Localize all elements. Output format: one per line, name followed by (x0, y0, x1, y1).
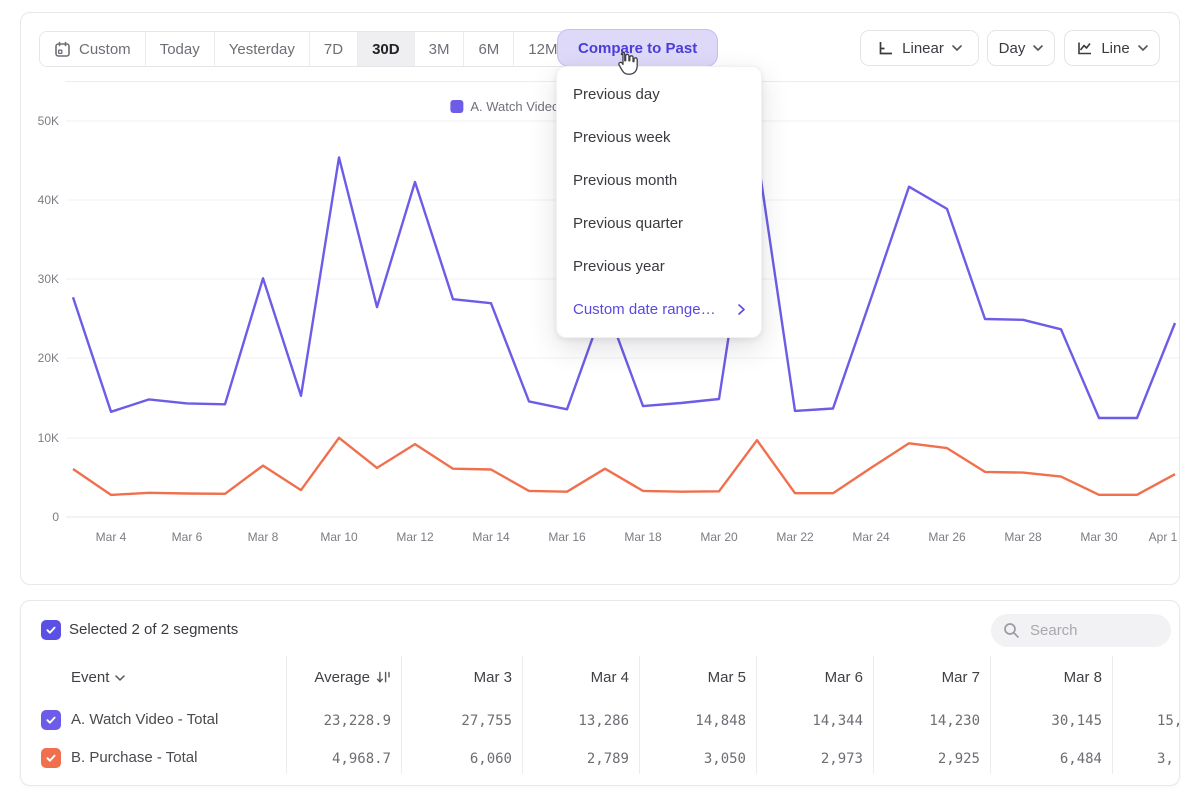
menu-item-label: Previous day (573, 86, 660, 103)
menu-item-label: Custom date range… (573, 301, 716, 318)
cell: 3, (1157, 751, 1174, 767)
column-separator (286, 656, 287, 774)
x-axis-label: Mar 10 (320, 530, 357, 544)
y-axis-label: 50K (25, 114, 59, 128)
menu-item-label: Previous month (573, 172, 677, 189)
y-axis-label: 0 (25, 510, 59, 524)
column-header-mar-3[interactable]: Mar 3 (474, 669, 512, 686)
menu-item-previous-day[interactable]: Previous day (557, 73, 761, 116)
x-axis-label: Mar 18 (624, 530, 661, 544)
x-axis-label: Mar 22 (776, 530, 813, 544)
cell: 14,344 (812, 713, 863, 729)
menu-item-label: Previous year (573, 258, 665, 275)
x-axis-label: Mar 8 (248, 530, 279, 544)
column-separator (522, 656, 523, 774)
chevron-right-icon (738, 304, 745, 315)
y-axis-label: 10K (25, 431, 59, 445)
menu-item-previous-quarter[interactable]: Previous quarter (557, 202, 761, 245)
column-separator (990, 656, 991, 774)
column-header-average[interactable]: Average (314, 669, 391, 686)
cell: 30,145 (1051, 713, 1102, 729)
cell: 2,789 (587, 751, 629, 767)
column-header-mar-6[interactable]: Mar 6 (825, 669, 863, 686)
x-axis-label: Mar 20 (700, 530, 737, 544)
y-axis-label: 40K (25, 193, 59, 207)
x-axis-label: Mar 26 (928, 530, 965, 544)
search-icon (1003, 622, 1020, 639)
column-separator (756, 656, 757, 774)
menu-item-label: Previous week (573, 129, 671, 146)
column-header-event[interactable]: Event (71, 669, 125, 686)
row-checkbox-watch-video[interactable] (41, 710, 61, 730)
row-label: A. Watch Video - Total (71, 711, 218, 728)
cell: 13,286 (578, 713, 629, 729)
cell: 14,230 (929, 713, 980, 729)
sort-descending-icon (376, 671, 391, 684)
y-axis-label: 20K (25, 351, 59, 365)
x-axis-label: Mar 6 (172, 530, 203, 544)
legend-swatch (450, 100, 463, 113)
cell: 6,060 (470, 751, 512, 767)
column-header-clipped[interactable]: M (1178, 669, 1180, 686)
check-icon (45, 624, 57, 636)
column-separator (873, 656, 874, 774)
x-axis-label: Mar 4 (96, 530, 127, 544)
column-header-mar-4[interactable]: Mar 4 (591, 669, 629, 686)
select-all-checkbox[interactable] (41, 620, 61, 640)
cell: 27,755 (461, 713, 512, 729)
row-label: B. Purchase - Total (71, 749, 197, 766)
x-axis-label: Mar 14 (472, 530, 509, 544)
column-separator (401, 656, 402, 774)
cell: 2,925 (938, 751, 980, 767)
menu-item-previous-year[interactable]: Previous year (557, 245, 761, 288)
cell: 23,228.9 (324, 713, 391, 729)
x-axis-label: Mar 24 (852, 530, 889, 544)
column-header-mar-7[interactable]: Mar 7 (942, 669, 980, 686)
column-separator (1112, 656, 1113, 774)
x-axis-label: Mar 16 (548, 530, 585, 544)
compare-to-past-menu: Previous day Previous week Previous month P… (556, 66, 762, 338)
x-axis-label: Apr 1 (1149, 530, 1178, 544)
row-checkbox-purchase[interactable] (41, 748, 61, 768)
x-axis-label: Mar 12 (396, 530, 433, 544)
cell: 3,050 (704, 751, 746, 767)
cell: 15, (1157, 713, 1180, 729)
y-axis-label: 30K (25, 272, 59, 286)
x-axis-label: Mar 28 (1004, 530, 1041, 544)
menu-item-label: Previous quarter (573, 215, 683, 232)
cell: 4,968.7 (332, 751, 391, 767)
cell: 6,484 (1060, 751, 1102, 767)
column-header-mar-8[interactable]: Mar 8 (1064, 669, 1102, 686)
cell: 14,848 (695, 713, 746, 729)
series-line-b-purchase-total (73, 438, 1175, 495)
cell: 2,973 (821, 751, 863, 767)
search-input[interactable] (1028, 621, 1152, 640)
x-axis-label: Mar 30 (1080, 530, 1117, 544)
search-box (991, 614, 1171, 647)
segments-card: Selected 2 of 2 segments Event Average Mar… (20, 600, 1180, 786)
column-separator (639, 656, 640, 774)
menu-item-custom-date-range[interactable]: Custom date range… (557, 288, 761, 331)
menu-item-previous-week[interactable]: Previous week (557, 116, 761, 159)
menu-item-previous-month[interactable]: Previous month (557, 159, 761, 202)
column-header-mar-5[interactable]: Mar 5 (708, 669, 746, 686)
selected-segments-label: Selected 2 of 2 segments (69, 621, 238, 638)
